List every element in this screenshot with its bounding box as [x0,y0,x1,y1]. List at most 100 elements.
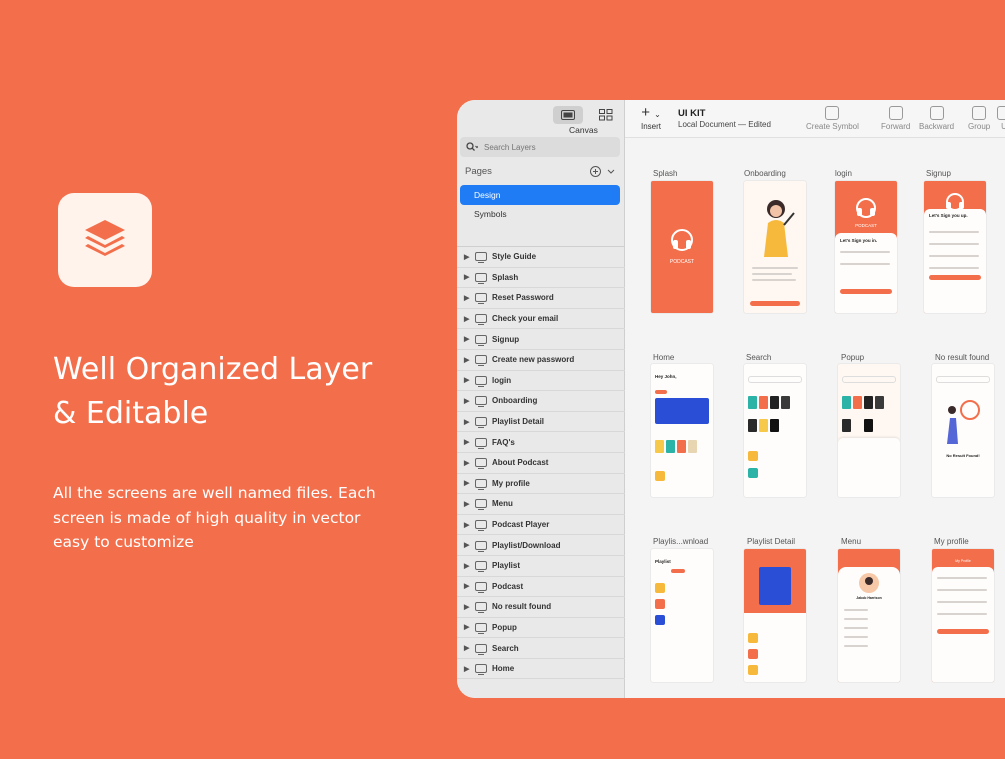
layer-row[interactable]: ▶ Search [457,638,625,659]
layer-row[interactable]: ▶ Playlist [457,556,625,577]
layer-row[interactable]: ▶ Playlist/Download [457,535,625,556]
chevron-right-icon[interactable]: ▶ [464,644,470,652]
layer-row[interactable]: ▶ Onboarding [457,391,625,412]
menu-line [844,636,868,638]
headphones-icon [856,198,876,218]
chevron-right-icon[interactable]: ▶ [464,438,470,446]
chevron-right-icon[interactable]: ▶ [464,562,470,570]
artboard-icon [475,334,487,346]
chevron-right-icon[interactable]: ▶ [464,521,470,529]
podcast-tile [688,440,697,453]
layer-row[interactable]: ▶ Signup [457,329,625,350]
layer-row[interactable]: ▶ Style Guide [457,247,625,268]
playlist-heading: Playlist [655,559,671,564]
layer-row[interactable]: ▶ My profile [457,474,625,495]
artboard-signup[interactable]: Let's Sign you up. [924,181,986,313]
layer-row[interactable]: ▶ Playlist Detail [457,412,625,433]
artboard-playlist-download[interactable]: Playlist [651,549,713,682]
artboard-home[interactable]: Hey John, [651,364,713,497]
layer-label: Reset Password [492,293,554,303]
artboard-no-result[interactable]: No Result Found! [932,364,994,497]
layer-row[interactable]: ▶ About Podcast [457,453,625,474]
artboard-icon [475,437,487,449]
layer-row[interactable]: ▶ Menu [457,494,625,515]
group-button[interactable]: Group [968,106,990,131]
add-page-icon[interactable] [590,166,601,177]
ungroup-button[interactable]: U [997,106,1005,131]
artboard-menu[interactable]: Jakob Harrison [838,549,900,682]
layer-row[interactable]: ▶ Reset Password [457,288,625,309]
artboard-playlist-detail[interactable] [744,549,806,682]
grid-view-button[interactable] [591,106,621,124]
chevron-right-icon[interactable]: ▶ [464,459,470,467]
episode-thumb [655,583,665,593]
layer-row[interactable]: ▶ login [457,371,625,392]
chevron-right-icon[interactable]: ▶ [464,397,470,405]
layer-label: Check your email [492,314,559,324]
layer-row[interactable]: ▶ Podcast Player [457,515,625,536]
chevron-right-icon[interactable]: ▶ [464,253,470,261]
chevron-right-icon[interactable]: ▶ [464,294,470,302]
backward-label: Backward [919,122,955,131]
headline: Well Organized Layer & Editable [53,348,433,436]
layer-row[interactable]: ▶ FAQ's [457,432,625,453]
page-item-design[interactable]: Design [460,185,620,205]
chevron-right-icon[interactable]: ▶ [464,582,470,590]
chevron-right-icon[interactable]: ▶ [464,315,470,323]
create-symbol-button[interactable]: Create Symbol [806,106,859,131]
chevron-right-icon[interactable]: ▶ [464,356,470,364]
layer-label: Playlist [492,561,521,571]
podcast-tile [748,396,757,409]
chevron-right-icon[interactable]: ▶ [464,665,470,673]
artboard-splash[interactable]: PODCAST [651,181,713,313]
artboard-icon [475,499,487,511]
chevron-right-icon[interactable]: ▶ [464,541,470,549]
chevron-right-icon[interactable]: ▶ [464,273,470,281]
backward-button[interactable]: Backward [919,106,954,131]
layer-label: Home [492,664,515,674]
artboard-icon [475,458,487,470]
popup-sheet [838,438,900,497]
layer-row[interactable]: ▶ Popup [457,618,625,639]
artboard-search[interactable] [744,364,806,497]
page-item-symbols[interactable]: Symbols [474,209,507,219]
chevron-right-icon[interactable]: ▶ [464,376,470,384]
layer-row[interactable]: ▶ Splash [457,268,625,289]
input-line [840,263,890,265]
layer-row[interactable]: ▶ Create new password [457,350,625,371]
layer-row[interactable]: ▶ Podcast [457,577,625,598]
input-line [929,243,979,245]
forward-button[interactable]: Forward [881,106,910,131]
login-card: Let's Sign you in. [835,233,897,313]
podcast-tile [842,396,851,409]
layer-row[interactable]: ▶ Check your email [457,309,625,330]
home-greeting: Hey John, [655,374,677,379]
layer-label: FAQ's [492,437,515,447]
chevron-right-icon[interactable]: ▶ [464,418,470,426]
chevron-right-icon[interactable]: ▶ [464,603,470,611]
chevron-right-icon[interactable]: ▶ [464,500,470,508]
layers-icon [85,220,125,256]
symbol-icon [825,106,840,120]
artboard-login[interactable]: PODCAST Let's Sign you in. [835,181,897,313]
canvas-view-button[interactable] [553,106,583,124]
search-layers-input[interactable] [484,142,604,152]
chevron-right-icon[interactable]: ▶ [464,335,470,343]
no-result-heading: No Result Found! [946,453,980,458]
chevron-right-icon[interactable]: ▶ [464,479,470,487]
artboard-my-profile[interactable]: My Profile [932,549,994,682]
search-layers[interactable] [460,137,620,157]
no-result-illustration [947,400,980,444]
podcast-tile [770,396,779,409]
chevron-right-icon[interactable]: ▶ [464,623,470,631]
chevron-down-icon[interactable] [607,169,615,175]
insert-button[interactable]: + ⌄ Insert [641,105,661,131]
layer-row[interactable]: ▶ No result found [457,597,625,618]
ungroup-icon [997,106,1005,120]
podcast-tile [666,440,675,453]
layer-label: Style Guide [492,252,537,262]
artboard-popup[interactable] [838,364,900,497]
artboard-onboarding[interactable] [744,181,806,313]
layer-row[interactable]: ▶ Home [457,659,625,680]
artboard-label: Popup [841,353,865,362]
